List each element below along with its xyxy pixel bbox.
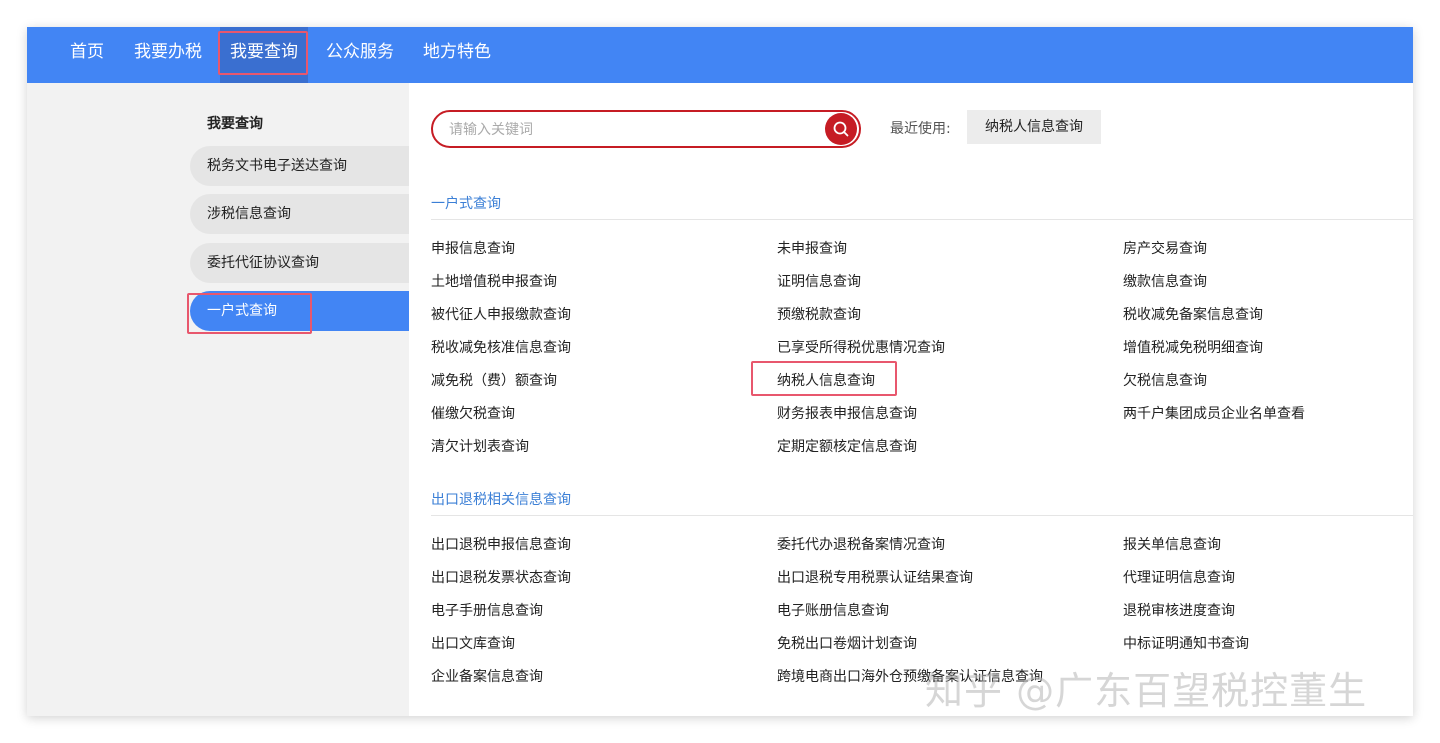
link-e-handbook[interactable]: 电子手册信息查询 xyxy=(431,600,543,620)
link-undeclared[interactable]: 未申报查询 xyxy=(777,238,847,258)
recent-label: 最近使用: xyxy=(890,121,951,137)
link-export-rebate-declaration[interactable]: 出口退税申报信息查询 xyxy=(431,534,571,554)
divider xyxy=(431,515,1413,516)
recent-tag-taxpayer-info[interactable]: 纳税人信息查询 xyxy=(967,110,1101,144)
divider xyxy=(431,219,1413,220)
sidebar-heading: 我要查询 xyxy=(207,116,263,132)
watermark-text: 知乎 @广东百望税控董生 xyxy=(925,669,1368,713)
link-group-member-list[interactable]: 两千户集团成员企业名单查看 xyxy=(1123,403,1305,423)
link-fixed-quota[interactable]: 定期定额核定信息查询 xyxy=(777,436,917,456)
link-tax-reduction-approval[interactable]: 税收减免核准信息查询 xyxy=(431,337,571,357)
app-frame: 首页 我要办税 我要查询 公众服务 地方特色 我要查询 税务文书电子送达查询 涉… xyxy=(27,27,1413,716)
link-agent-payment[interactable]: 被代征人申报缴款查询 xyxy=(431,304,571,324)
search-box xyxy=(431,110,861,148)
link-arrears-plan[interactable]: 清欠计划表查询 xyxy=(431,436,529,456)
nav-item-public-service[interactable]: 公众服务 xyxy=(326,27,394,83)
link-financial-report[interactable]: 财务报表申报信息查询 xyxy=(777,403,917,423)
link-income-tax-benefit[interactable]: 已享受所得税优惠情况查询 xyxy=(777,337,945,357)
link-rebate-tax-ticket-auth[interactable]: 出口退税专用税票认证结果查询 xyxy=(777,567,973,587)
link-export-library[interactable]: 出口文库查询 xyxy=(431,633,515,653)
link-vat-reduction-detail[interactable]: 增值税减免税明细查询 xyxy=(1123,337,1263,357)
nav-item-query[interactable]: 我要查询 xyxy=(220,27,308,83)
nav-item-tax-handling[interactable]: 我要办税 xyxy=(134,27,202,83)
link-bid-certificate-notice[interactable]: 中标证明通知书查询 xyxy=(1123,633,1249,653)
link-entrusted-rebate-filing[interactable]: 委托代办退税备案情况查询 xyxy=(777,534,945,554)
sidebar-item-entrust-agreement[interactable]: 委托代征协议查询 xyxy=(190,243,409,283)
link-tax-free-cigarette-plan[interactable]: 免税出口卷烟计划查询 xyxy=(777,633,917,653)
link-property-trade[interactable]: 房产交易查询 xyxy=(1123,238,1207,258)
link-declaration-info[interactable]: 申报信息查询 xyxy=(431,238,515,258)
section-title-export-rebate: 出口退税相关信息查询 xyxy=(431,492,571,508)
link-rebate-review-progress[interactable]: 退税审核进度查询 xyxy=(1123,600,1235,620)
link-tax-arrears-info[interactable]: 欠税信息查询 xyxy=(1123,370,1207,390)
sidebar-item-one-stop-query[interactable]: 一户式查询 xyxy=(190,291,409,331)
link-e-ledger[interactable]: 电子账册信息查询 xyxy=(777,600,889,620)
link-rebate-invoice-status[interactable]: 出口退税发票状态查询 xyxy=(431,567,571,587)
link-prepaid-tax[interactable]: 预缴税款查询 xyxy=(777,304,861,324)
sidebar: 我要查询 税务文书电子送达查询 涉税信息查询 委托代征协议查询 一户式查询 xyxy=(27,83,409,716)
link-certificate-info[interactable]: 证明信息查询 xyxy=(777,271,861,291)
link-taxpayer-info[interactable]: 纳税人信息查询 xyxy=(777,370,875,390)
search-icon xyxy=(833,121,849,137)
search-button[interactable] xyxy=(825,113,857,145)
sidebar-item-document-delivery[interactable]: 税务文书电子送达查询 xyxy=(190,146,409,186)
main-content: 最近使用: 纳税人信息查询 一户式查询 申报信息查询 未申报查询 房产交易查询 … xyxy=(409,83,1413,716)
link-customs-declaration[interactable]: 报关单信息查询 xyxy=(1123,534,1221,554)
link-tax-reduction-filing[interactable]: 税收减免备案信息查询 xyxy=(1123,304,1263,324)
top-navigation: 首页 我要办税 我要查询 公众服务 地方特色 xyxy=(27,27,1413,83)
link-payment-info[interactable]: 缴款信息查询 xyxy=(1123,271,1207,291)
link-arrears-collection[interactable]: 催缴欠税查询 xyxy=(431,403,515,423)
nav-item-local-feature[interactable]: 地方特色 xyxy=(423,27,491,83)
section-title-one-stop: 一户式查询 xyxy=(431,196,501,212)
search-input[interactable] xyxy=(447,119,821,141)
link-agent-certificate[interactable]: 代理证明信息查询 xyxy=(1123,567,1235,587)
link-enterprise-filing[interactable]: 企业备案信息查询 xyxy=(431,666,543,686)
link-land-vat-declaration[interactable]: 土地增值税申报查询 xyxy=(431,271,557,291)
link-tax-fee-reduction[interactable]: 减免税（费）额查询 xyxy=(431,370,557,390)
nav-item-home[interactable]: 首页 xyxy=(70,27,104,83)
sidebar-item-tax-info[interactable]: 涉税信息查询 xyxy=(190,194,409,234)
